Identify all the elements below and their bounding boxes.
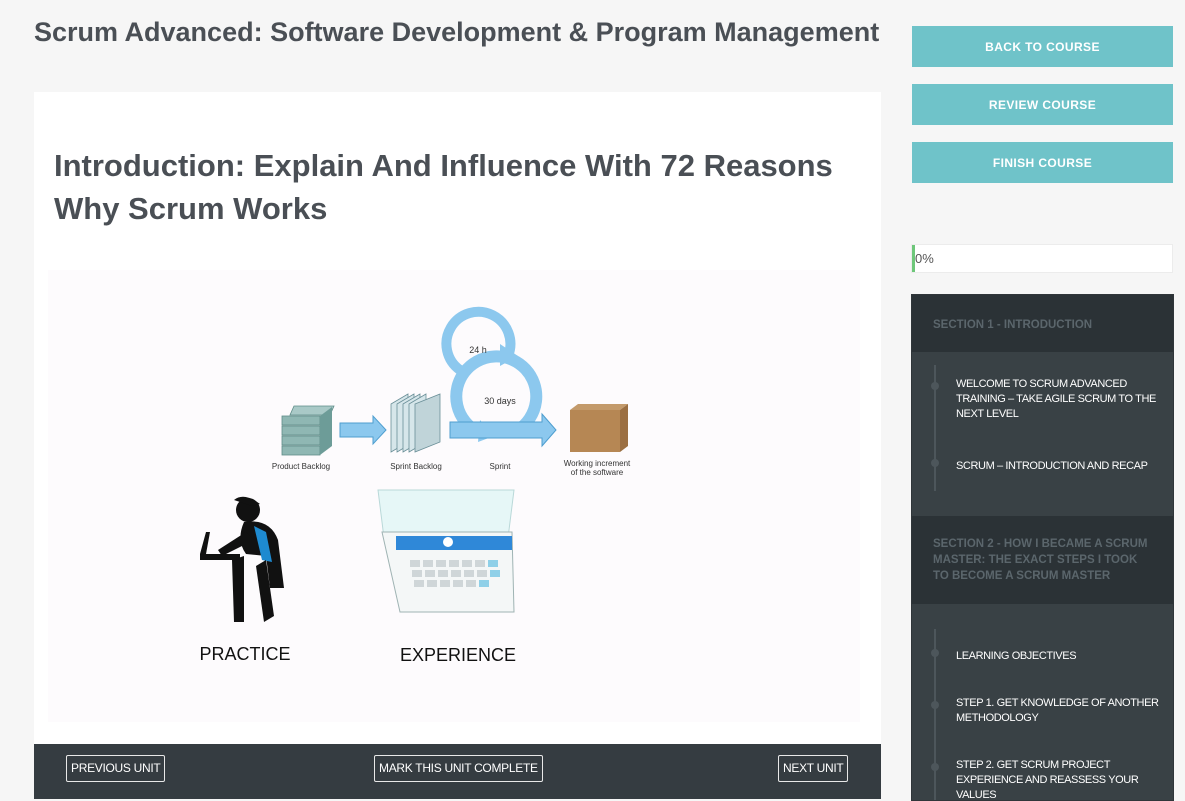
mark-complete-button[interactable]: MARK THIS UNIT COMPLETE: [374, 755, 543, 782]
unit-link-introduction-recap[interactable]: SCRUM – INTRODUCTION AND RECAP: [956, 459, 1166, 474]
experience-label: EXPERIENCE: [400, 645, 516, 665]
unit-link-step-2[interactable]: STEP 2. GET SCRUM PROJECT EXPERIENCE AND…: [956, 758, 1166, 800]
unit-link-learning-objectives[interactable]: LEARNING OBJECTIVES: [956, 649, 1166, 664]
back-to-course-button[interactable]: Back to course: [912, 26, 1173, 67]
scrum-illustration: Product Backlog Sprint Backlog 24 h 30 d…: [48, 270, 860, 722]
sprint-cycle-icon: [441, 306, 557, 448]
cycle-30d-label: 30 days: [484, 396, 516, 406]
arrow-icon: [339, 414, 387, 446]
practice-label: PRACTICE: [199, 644, 290, 664]
person-at-laptop-icon: [200, 496, 284, 622]
unit-link-welcome[interactable]: WELCOME TO SCRUM ADVANCED TRAINING – TAK…: [956, 377, 1166, 422]
product-backlog-icon: [281, 405, 335, 456]
course-curriculum: SECTION 1 - INTRODUCTION WELCOME TO SCRU…: [911, 294, 1174, 801]
unit-status-dot: [931, 459, 939, 467]
next-unit-button[interactable]: NEXT UNIT: [778, 755, 849, 782]
unit-title: Introduction: Explain And Influence With…: [54, 148, 833, 226]
course-unit-page: Scrum Advanced: Software Development & P…: [0, 0, 1185, 801]
finish-course-button[interactable]: Finish course: [912, 142, 1173, 183]
section-1-header[interactable]: SECTION 1 - INTRODUCTION: [912, 295, 1173, 352]
unit-status-dot: [931, 649, 939, 657]
increment-box-icon: [570, 404, 628, 452]
course-progress-bar: 0%: [911, 244, 1173, 273]
course-title: Scrum Advanced: Software Development & P…: [34, 17, 880, 47]
product-backlog-label: Product Backlog: [272, 462, 330, 471]
unit-link-step-1[interactable]: STEP 1. GET KNOWLEDGE OF ANOTHER METHODO…: [956, 696, 1166, 726]
calendar-icon: [377, 489, 515, 613]
increment-label-line1: Working increment: [564, 459, 631, 468]
scrum-diagram: Product Backlog Sprint Backlog 24 h 30 d…: [199, 306, 631, 665]
increment-label-line2: of the software: [571, 468, 624, 477]
previous-unit-button[interactable]: PREVIOUS UNIT: [66, 755, 166, 782]
review-course-button[interactable]: Review course: [912, 84, 1173, 125]
sprint-label: Sprint: [490, 462, 512, 471]
unit-status-dot: [931, 382, 939, 390]
unit-status-dot: [931, 701, 939, 709]
unit-navigation-bar: PREVIOUS UNIT MARK THIS UNIT COMPLETE NE…: [34, 744, 881, 799]
section-2-header[interactable]: SECTION 2 - HOW I BECAME A SCRUM MASTER:…: [912, 516, 1173, 604]
unit-status-dot: [931, 763, 939, 771]
cycle-24h-label: 24 h: [469, 345, 487, 355]
sprint-backlog-icon: [390, 393, 441, 453]
progress-label: 0%: [915, 251, 934, 266]
sprint-backlog-label: Sprint Backlog: [390, 462, 442, 471]
